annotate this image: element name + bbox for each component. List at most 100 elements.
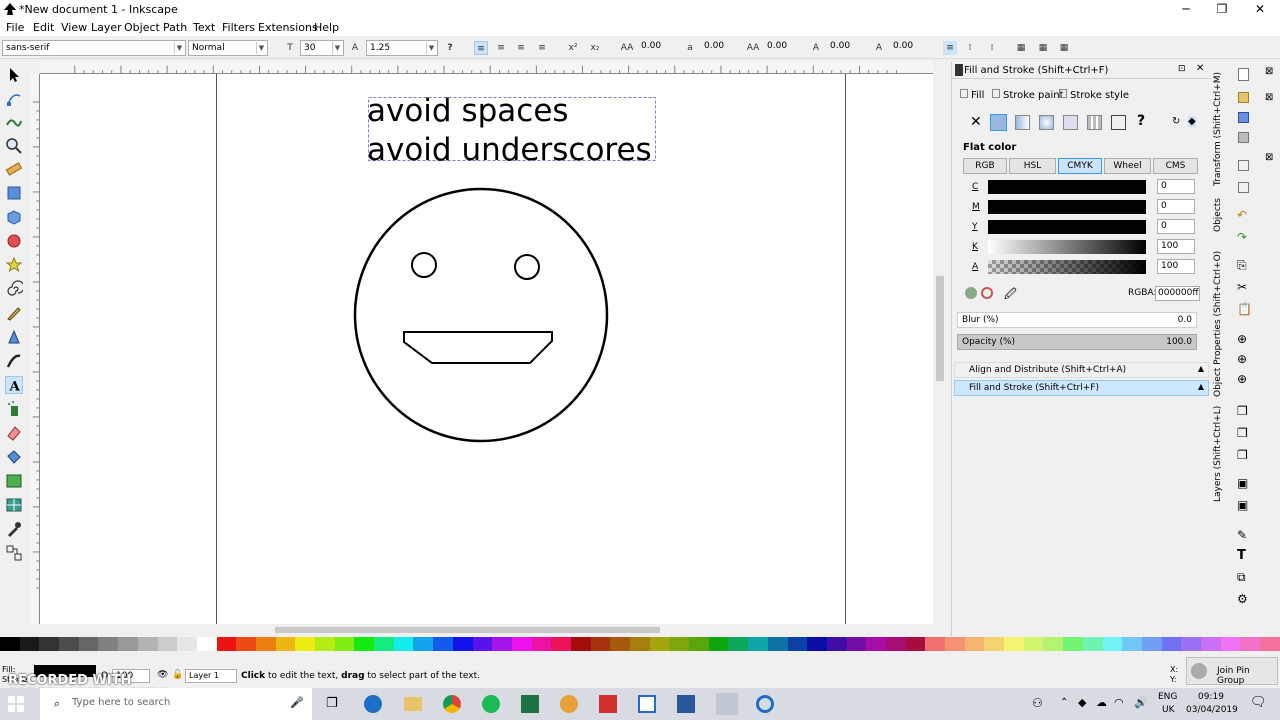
- align-right-icon[interactable]: ≡: [514, 41, 528, 55]
- mode-cmyk-button[interactable]: CMYK: [1058, 158, 1102, 174]
- spray-tool-icon[interactable]: [5, 400, 23, 418]
- justify-icon[interactable]: ≡: [535, 41, 549, 55]
- snap-enable-icon[interactable]: ⊠: [1265, 66, 1273, 77]
- palette-swatch[interactable]: [1220, 637, 1241, 651]
- windows-start-icon[interactable]: [8, 696, 24, 712]
- dialog-close-icon[interactable]: ✕: [1196, 63, 1204, 74]
- export-icon[interactable]: [1238, 182, 1249, 193]
- palette-swatch[interactable]: [59, 637, 79, 651]
- font-size-combo[interactable]: 30 ▼: [300, 40, 344, 56]
- inkscape-taskbar-icon[interactable]: [716, 693, 738, 715]
- tray-chevron-icon[interactable]: ⌃: [1060, 697, 1068, 708]
- palette-swatch[interactable]: [118, 637, 138, 651]
- channel-y-input[interactable]: 0: [1157, 219, 1195, 234]
- rotation-value[interactable]: 0.00: [893, 41, 913, 51]
- xml-editor-icon[interactable]: ✎: [1237, 528, 1247, 542]
- acrobat-icon[interactable]: [599, 695, 617, 713]
- align-left-icon[interactable]: ≡: [474, 41, 488, 55]
- palette-swatch[interactable]: [787, 637, 808, 651]
- open-folder-icon[interactable]: [1238, 92, 1249, 103]
- subscript-icon[interactable]: x₂: [588, 41, 602, 55]
- word-icon[interactable]: [677, 695, 695, 713]
- palette-swatch[interactable]: [393, 637, 414, 651]
- screencast-taskbar-icon[interactable]: [756, 695, 774, 713]
- snap-bbox-icon[interactable]: ▦: [1036, 41, 1050, 55]
- vtab-object-properties[interactable]: Object Properties (Shift+Ctrl+O): [1213, 237, 1223, 397]
- align-center-icon[interactable]: ≡: [494, 41, 508, 55]
- measure-tool-icon[interactable]: [5, 160, 23, 178]
- dock-fill-stroke[interactable]: Fill and Stroke (Shift+Ctrl+F) ▲: [954, 380, 1209, 396]
- snap-nodes-icon[interactable]: ▦: [1057, 41, 1071, 55]
- join-pin-group-button[interactable]: Join Pin Group: [1186, 657, 1278, 686]
- redo-icon[interactable]: ↷: [1237, 230, 1247, 244]
- palette-swatch[interactable]: [334, 637, 355, 651]
- minimize-button[interactable]: ─: [1168, 0, 1204, 19]
- letter-spacing-value[interactable]: 0.00: [641, 41, 661, 51]
- palette-swatch[interactable]: [1161, 637, 1182, 651]
- flat-color-icon[interactable]: [990, 114, 1007, 131]
- menu-help[interactable]: Help: [314, 21, 339, 34]
- palette-swatch[interactable]: [630, 637, 650, 651]
- palette-swatch[interactable]: [1102, 637, 1123, 651]
- palette-swatch[interactable]: [255, 637, 276, 651]
- tweak-tool-icon[interactable]: [5, 113, 23, 131]
- channel-m-slider[interactable]: [988, 200, 1146, 214]
- current-layer-select[interactable]: Layer 1: [185, 669, 237, 683]
- connector-tool-icon[interactable]: [5, 544, 23, 562]
- palette-swatch[interactable]: [669, 637, 690, 651]
- dropper-tool-icon[interactable]: [5, 520, 23, 538]
- palette-swatch[interactable]: [728, 637, 749, 651]
- palette-swatch[interactable]: [1200, 637, 1221, 651]
- mesh-gradient-icon[interactable]: [1063, 115, 1078, 130]
- gradient-tool-icon[interactable]: [5, 472, 23, 490]
- save-icon[interactable]: [1238, 112, 1249, 123]
- menu-view[interactable]: View: [61, 21, 87, 34]
- canvas-text-line-2[interactable]: avoid underscores: [367, 132, 652, 168]
- pencil-tool-icon[interactable]: [5, 304, 23, 322]
- word-spacing-value[interactable]: 0.00: [704, 41, 724, 51]
- undo-icon[interactable]: ↶: [1237, 208, 1247, 222]
- menu-filters[interactable]: Filters: [222, 21, 255, 34]
- linear-gradient-icon[interactable]: [1015, 115, 1030, 130]
- import-icon[interactable]: [1238, 160, 1249, 171]
- zoom-tool-icon[interactable]: [5, 137, 23, 155]
- chrome-icon[interactable]: [443, 695, 461, 713]
- palette-swatch[interactable]: [1043, 637, 1064, 651]
- pattern-icon[interactable]: [1087, 115, 1102, 130]
- channel-y-slider[interactable]: [988, 220, 1146, 234]
- line-spacing-combo[interactable]: 1.25 ▼: [366, 40, 438, 56]
- palette-swatch[interactable]: [826, 637, 847, 651]
- palette-swatch[interactable]: [19, 637, 40, 651]
- vertical-scroll-thumb[interactable]: [936, 276, 944, 381]
- horizontal-scroll-thumb[interactable]: [275, 627, 660, 633]
- vertical-shift-value[interactable]: 0.00: [830, 41, 850, 51]
- palette-swatch[interactable]: [885, 637, 906, 651]
- notifications-icon[interactable]: 🗨: [1250, 695, 1267, 710]
- menu-layer[interactable]: Layer: [91, 21, 122, 34]
- font-style-combo[interactable]: Normal ▼: [188, 40, 268, 56]
- vertical-text-rl-icon[interactable]: ⁞: [985, 41, 999, 55]
- palette-swatch[interactable]: [78, 637, 99, 651]
- palette-swatch[interactable]: [1141, 637, 1162, 651]
- palette-swatch[interactable]: [708, 637, 729, 651]
- tab-stroke-paint[interactable]: Stroke paint: [992, 89, 1064, 101]
- opacity-slider[interactable]: Opacity (%) 100.0: [957, 334, 1197, 350]
- layers-icon[interactable]: ⧉: [1237, 570, 1246, 585]
- palette-swatch[interactable]: [866, 637, 886, 651]
- tab-fill[interactable]: Fill: [960, 89, 984, 101]
- menu-extensions[interactable]: Extensions: [258, 21, 318, 34]
- mode-wheel-button[interactable]: Wheel: [1104, 158, 1151, 174]
- pen-tool-icon[interactable]: [5, 328, 23, 346]
- horizontal-scrollbar[interactable]: [40, 624, 933, 636]
- close-window-button[interactable]: ✕: [1242, 0, 1278, 19]
- mesh-tool-icon[interactable]: [5, 496, 23, 514]
- menu-edit[interactable]: Edit: [33, 21, 54, 34]
- pick-color-icon[interactable]: 🖉: [1004, 285, 1017, 306]
- palette-swatch[interactable]: [551, 637, 571, 651]
- mode-hsl-button[interactable]: HSL: [1009, 158, 1056, 174]
- eraser-tool-icon[interactable]: [5, 424, 23, 442]
- canvas-text-line-1[interactable]: avoid spaces: [367, 93, 569, 129]
- taskbar-app-icon[interactable]: [638, 695, 656, 713]
- mode-rgb-button[interactable]: RGB: [963, 158, 1007, 174]
- spiral-tool-icon[interactable]: [5, 280, 23, 298]
